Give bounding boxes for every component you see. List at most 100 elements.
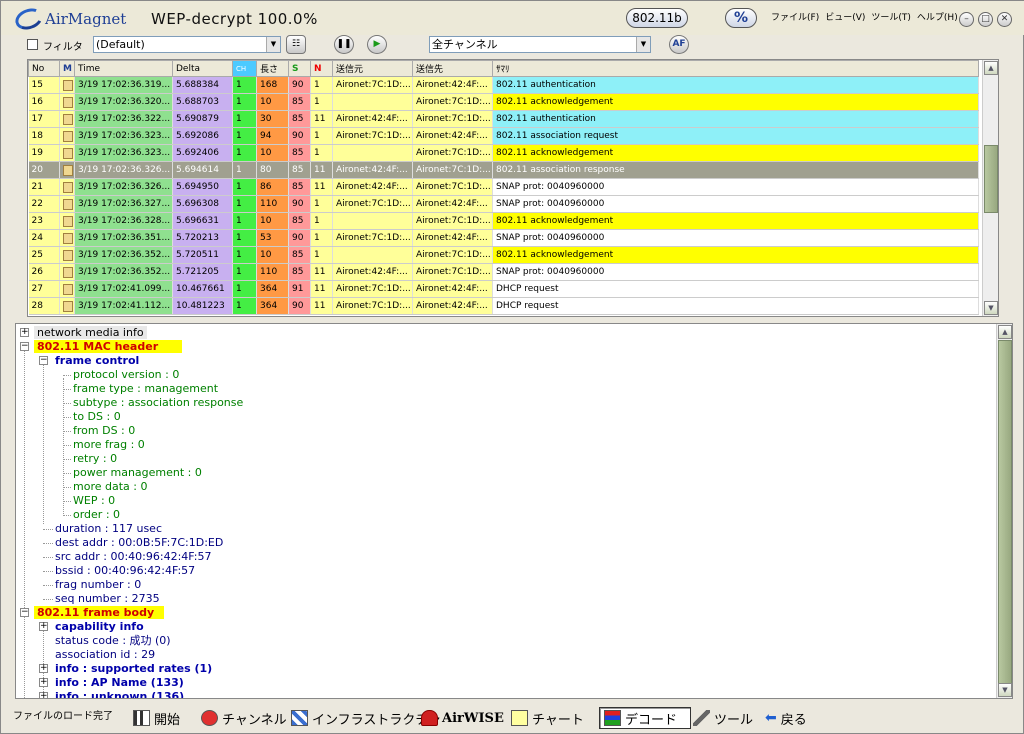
af-button[interactable]: AF [669,35,689,54]
tree-info-unknown[interactable]: info : unknown (136) [55,690,184,698]
scroll-down-icon[interactable]: ▼ [998,683,1012,697]
filter-settings-icon[interactable]: ☷ [286,35,306,54]
tree-mac-item[interactable]: duration : 117 usec [55,522,162,536]
tree-info-ap-name[interactable]: info : AP Name (133) [55,676,184,689]
nav-infrastructure-button[interactable]: インフラストラクチャ [291,707,441,729]
tree-fc-item[interactable]: power management : 0 [73,466,202,480]
nav-tools-button[interactable]: ツール [693,707,753,729]
expand-icon[interactable]: + [39,622,48,631]
table-row[interactable]: 18 3/19 17:02:36.323... 5.692086 1 94 90 1 Airo… [28,127,979,145]
table-row[interactable]: 20 3/19 17:02:36.326... 5.694614 1 80 85 11 Air… [28,161,979,179]
tree-scrollbar[interactable]: ▲ ▼ [996,324,1012,698]
filter-select[interactable]: (Default) ▼ [93,36,281,53]
channel-select[interactable]: 全チャンネル ▼ [429,36,651,53]
mark-checkbox-icon[interactable] [63,130,73,142]
filter-checkbox[interactable] [27,39,38,50]
percent-button[interactable]: % [725,8,757,28]
scroll-thumb[interactable] [998,340,1012,684]
table-row[interactable]: 25 3/19 17:02:36.352... 5.720511 1 10 85 1 Airo… [28,246,979,264]
play-icon[interactable]: ▶ [367,35,387,54]
tree-network-media-info[interactable]: network media info [34,326,147,339]
pause-icon[interactable]: ❚❚ [334,35,354,54]
nav-back-button[interactable]: ⬅ 戻る [765,707,807,729]
tree-mac-item[interactable]: bssid : 00:40:96:42:4F:57 [55,564,195,578]
mark-checkbox-icon[interactable] [63,300,73,312]
standard-button[interactable]: 802.11b [626,8,688,28]
col-summary[interactable]: ｻﾏﾘ [492,60,979,77]
mark-checkbox-icon[interactable] [63,164,73,176]
mark-checkbox-icon[interactable] [63,283,73,295]
tree-fc-item[interactable]: retry : 0 [73,452,117,466]
scroll-thumb[interactable] [984,145,998,213]
mark-checkbox-icon[interactable] [63,96,73,108]
tree-status-code[interactable]: status code : 成功 (0) [55,634,171,648]
col-delta[interactable]: Delta [172,60,233,77]
menu-help[interactable]: ヘルプ(H) [917,10,958,23]
col-source[interactable]: 送信元 [332,60,413,77]
expand-icon[interactable]: + [20,328,29,337]
tree-fc-item[interactable]: order : 0 [73,508,120,522]
table-scrollbar[interactable]: ▲ ▼ [982,60,998,316]
col-signal-icon[interactable]: S [288,60,311,77]
mark-checkbox-icon[interactable] [63,113,73,125]
tree-fc-item[interactable]: protocol version : 0 [73,368,179,382]
tree-info-supported-rates[interactable]: info : supported rates (1) [55,662,212,675]
mark-checkbox-icon[interactable] [63,215,73,227]
tree-fc-item[interactable]: frame type : management [73,382,218,396]
maximize-icon[interactable]: □ [978,12,993,27]
tree-mac-item[interactable]: dest addr : 00:0B:5F:7C:1D:ED [55,536,223,550]
collapse-icon[interactable]: − [20,342,29,351]
table-row[interactable]: 17 3/19 17:02:36.322... 5.690879 1 30 85 11 Air… [28,110,979,128]
col-length[interactable]: 長さ [256,60,289,77]
table-row[interactable]: 24 3/19 17:02:36.351... 5.720213 1 53 90 1 Airo… [28,229,979,247]
expand-icon[interactable]: + [39,692,48,698]
close-icon[interactable]: ✕ [997,12,1012,27]
col-no[interactable]: No [28,60,60,77]
table-row[interactable]: 16 3/19 17:02:36.320... 5.688703 1 10 85 1 Airo… [28,93,979,111]
mark-checkbox-icon[interactable] [63,147,73,159]
mark-checkbox-icon[interactable] [63,249,73,261]
tree-fc-item[interactable]: to DS : 0 [73,410,121,424]
table-row[interactable]: 27 3/19 17:02:41.099... 10.467661 1 364 91 11 A… [28,280,979,298]
tree-fc-item[interactable]: more frag : 0 [73,438,145,452]
table-row[interactable]: 21 3/19 17:02:36.326... 5.694950 1 86 85 11 Air… [28,178,979,196]
tree-fc-item[interactable]: more data : 0 [73,480,147,494]
table-row[interactable]: 22 3/19 17:02:36.327... 5.696308 1 110 90 1 Air… [28,195,979,213]
scroll-up-icon[interactable]: ▲ [998,325,1012,339]
tree-fc-item[interactable]: subtype : association response [73,396,243,410]
mark-checkbox-icon[interactable] [63,266,73,278]
tree-association-id[interactable]: association id : 29 [55,648,155,662]
nav-airwise-button[interactable]: AirWISE [421,707,504,729]
collapse-icon[interactable]: − [39,356,48,365]
scroll-up-icon[interactable]: ▲ [984,61,998,75]
mark-checkbox-icon[interactable] [63,79,73,91]
table-row[interactable]: 23 3/19 17:02:36.328... 5.696631 1 10 85 1 Airo… [28,212,979,230]
col-noise-icon[interactable]: N [310,60,333,77]
col-destination[interactable]: 送信先 [412,60,493,77]
col-m[interactable]: M [59,60,75,77]
menu-view[interactable]: ビュー(V) [825,10,865,23]
nav-chart-button[interactable]: チャート [511,707,584,729]
menu-tool[interactable]: ツール(T) [871,10,911,23]
tree-mac-item[interactable]: frag number : 0 [55,578,141,592]
col-channel-icon[interactable]: CH [232,60,257,77]
col-time[interactable]: Time [74,60,173,77]
mark-checkbox-icon[interactable] [63,232,73,244]
tree-fc-item[interactable]: WEP : 0 [73,494,115,508]
tree-mac-item[interactable]: src addr : 00:40:96:42:4F:57 [55,550,211,564]
nav-start-button[interactable]: 開始 [133,707,180,729]
expand-icon[interactable]: + [39,678,48,687]
scroll-down-icon[interactable]: ▼ [984,301,998,315]
table-row[interactable]: 19 3/19 17:02:36.323... 5.692406 1 10 85 1 Airo… [28,144,979,162]
nav-decode-button[interactable]: デコード [599,707,691,729]
nav-channel-button[interactable]: チャンネル [201,707,287,729]
tree-frame-body[interactable]: 802.11 frame body [34,606,165,619]
table-row[interactable]: 26 3/19 17:02:36.352... 5.721205 1 110 85 11 Ai… [28,263,979,281]
mark-checkbox-icon[interactable] [63,181,73,193]
menu-file[interactable]: ファイル(F) [771,10,819,23]
collapse-icon[interactable]: − [20,608,29,617]
minimize-icon[interactable]: – [959,12,974,27]
tree-fc-item[interactable]: from DS : 0 [73,424,135,438]
expand-icon[interactable]: + [39,664,48,673]
tree-mac-header[interactable]: 802.11 MAC header [34,340,183,353]
